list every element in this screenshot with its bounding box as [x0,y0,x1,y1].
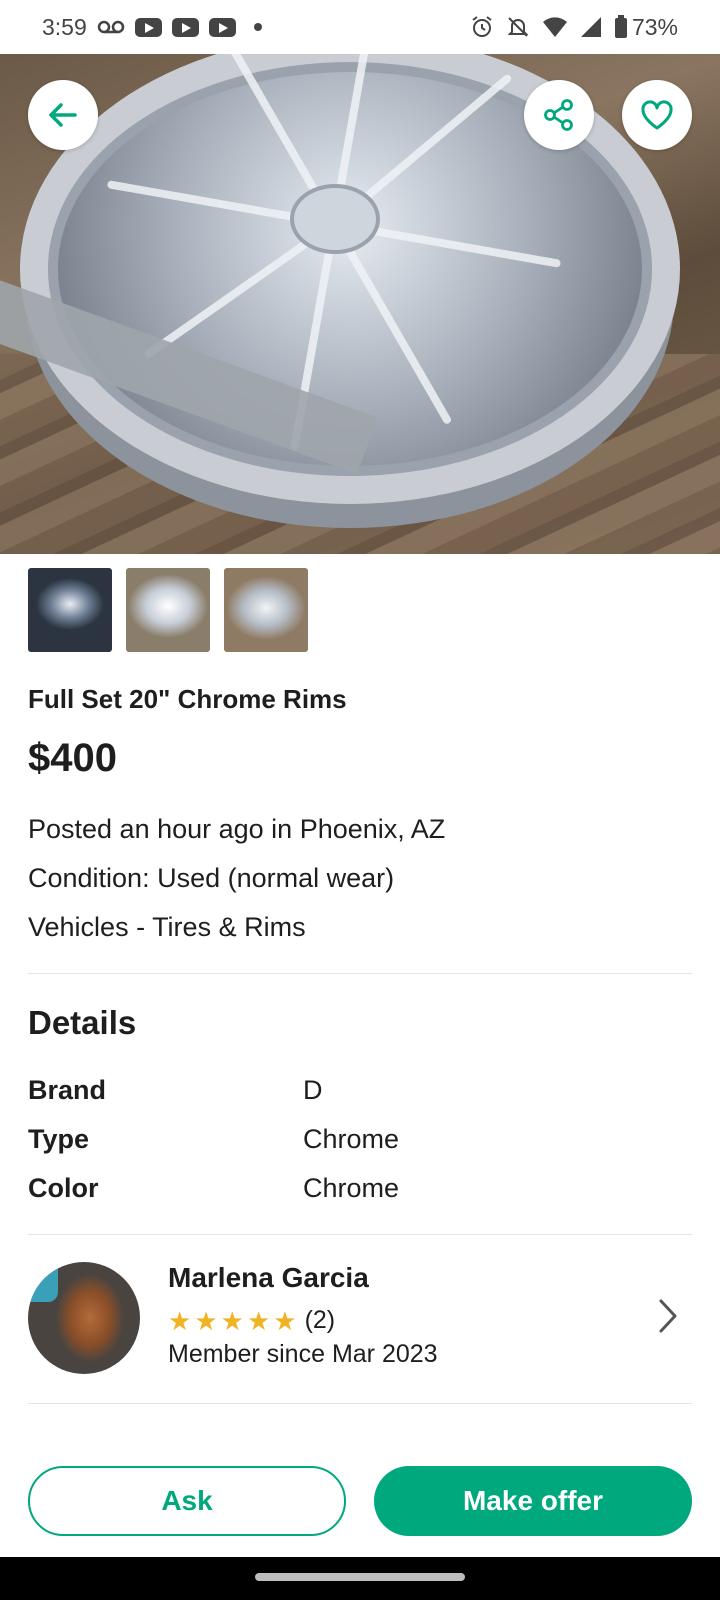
divider [28,1234,692,1235]
seller-name: Marlena Garcia [168,1262,369,1293]
share-button[interactable] [524,80,594,150]
star-icon: ★ [220,1305,244,1336]
divider [28,973,692,974]
heart-icon [641,100,673,130]
youtube-icon [208,17,236,37]
avatar [28,1262,140,1374]
detail-value: D [303,1075,323,1105]
chevron-right-icon [659,1299,677,1333]
listing-price: $400 [28,736,117,780]
listing-posted: Posted an hour ago in Phoenix, AZ [28,814,446,844]
status-bar: 3:59 73% [0,0,720,54]
divider [28,1403,692,1404]
listing-title: Full Set 20" Chrome Rims [28,684,347,714]
wifi-icon [542,16,568,38]
status-time: 3:59 [42,13,87,40]
detail-value: Chrome [303,1173,400,1203]
system-nav-bar [0,1557,720,1600]
seller-card[interactable]: Marlena Garcia ★ ★ ★ ★ ★ (2) Member sinc… [28,1262,692,1374]
share-icon [544,99,573,131]
listing-condition: Condition: Used (normal wear) [28,863,395,893]
youtube-icon [134,17,162,37]
battery-icon [614,15,628,39]
dot-icon [253,23,262,31]
ask-button[interactable]: Ask [28,1466,346,1536]
photo-hub [290,184,380,254]
make-offer-button[interactable]: Make offer [374,1466,692,1536]
signal-icon [580,16,602,38]
star-icon: ★ [246,1305,271,1336]
review-count: (2) [304,1306,336,1334]
bell-muted-icon [506,15,530,39]
youtube-icon [171,17,199,37]
listing-photo[interactable] [0,54,720,554]
member-since: Member since Mar 2023 [168,1340,438,1368]
home-handle[interactable] [255,1573,465,1581]
voicemail-icon [97,19,125,35]
detail-key: Type [28,1124,90,1154]
battery-percent: 73% [631,13,678,40]
thumbnail-3[interactable] [224,568,308,652]
thumbnail-2[interactable] [126,568,210,652]
seller-rating: ★ ★ ★ ★ ★ (2) [168,1306,335,1335]
detail-key: Color [28,1173,99,1203]
details-heading: Details [28,1004,137,1041]
thumbnail-strip [28,568,308,652]
detail-key: Brand [28,1075,107,1105]
favorite-button[interactable] [622,80,692,150]
star-icon: ★ [168,1305,192,1336]
star-icon: ★ [273,1305,297,1336]
listing-category: Vehicles - Tires & Rims [28,912,306,942]
detail-value: Chrome [303,1124,400,1154]
alarm-icon [470,15,494,39]
back-arrow-icon [49,103,77,127]
back-button[interactable] [28,80,98,150]
star-icon: ★ [194,1305,218,1336]
thumbnail-1[interactable] [28,568,112,652]
